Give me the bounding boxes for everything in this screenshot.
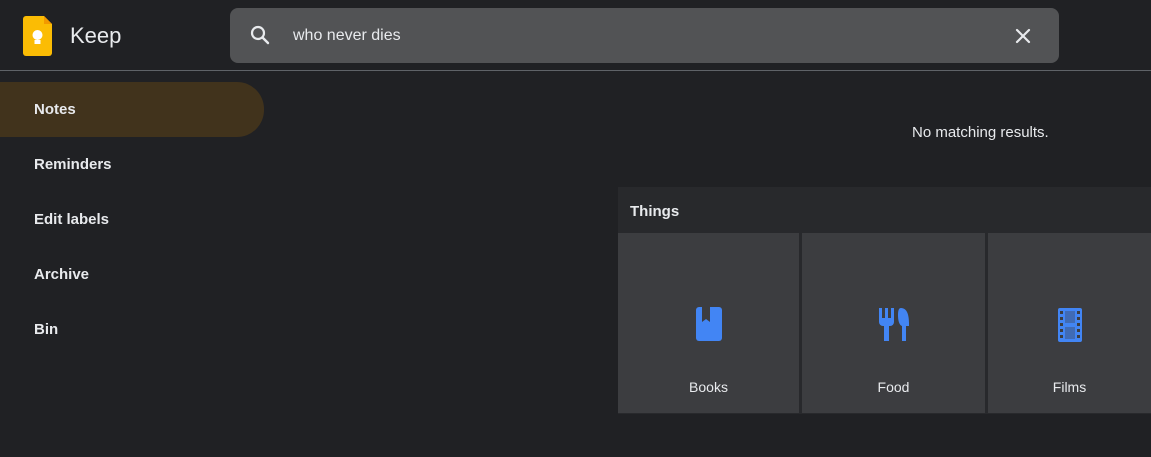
app-title: Keep — [70, 23, 122, 48]
app-logo[interactable]: Keep — [23, 16, 121, 56]
things-tile-food[interactable]: Food — [802, 233, 985, 413]
book-icon — [693, 305, 725, 345]
keep-app: Keep Notes Reminders — [0, 0, 1151, 457]
things-tile-books[interactable]: Books — [618, 233, 799, 413]
tile-label: Films — [1052, 379, 1087, 395]
sidebar: Notes Reminders Edit labels Archive Bin — [0, 82, 265, 357]
sidebar-item-label: Bin — [34, 321, 59, 338]
close-icon[interactable] — [1011, 24, 1035, 48]
sidebar-item-edit-labels[interactable]: Edit labels — [0, 192, 265, 247]
sidebar-item-archive[interactable]: Archive — [0, 247, 265, 302]
utensils-icon — [878, 305, 910, 345]
top-bar: Keep — [0, 0, 1151, 71]
things-panel: Things Books Food Films — [618, 187, 1151, 414]
sidebar-item-label: Edit labels — [34, 211, 110, 228]
sidebar-item-label: Archive — [34, 266, 90, 283]
sidebar-item-notes[interactable]: Notes — [0, 82, 264, 137]
keep-bulb-icon — [23, 16, 52, 56]
tile-label: Books — [689, 379, 728, 395]
tile-label: Food — [877, 379, 910, 395]
sidebar-item-label: Reminders — [34, 156, 112, 173]
search-icon[interactable] — [248, 23, 272, 47]
sidebar-item-bin[interactable]: Bin — [0, 302, 265, 357]
sidebar-item-reminders[interactable]: Reminders — [0, 137, 265, 192]
no-results-message: No matching results. — [912, 124, 1049, 141]
things-title: Things — [630, 203, 680, 220]
sidebar-item-label: Notes — [34, 101, 76, 118]
search-bar[interactable] — [230, 8, 1059, 63]
things-tile-films[interactable]: Films — [988, 233, 1151, 413]
film-icon — [1054, 305, 1086, 345]
search-input[interactable] — [293, 8, 973, 63]
